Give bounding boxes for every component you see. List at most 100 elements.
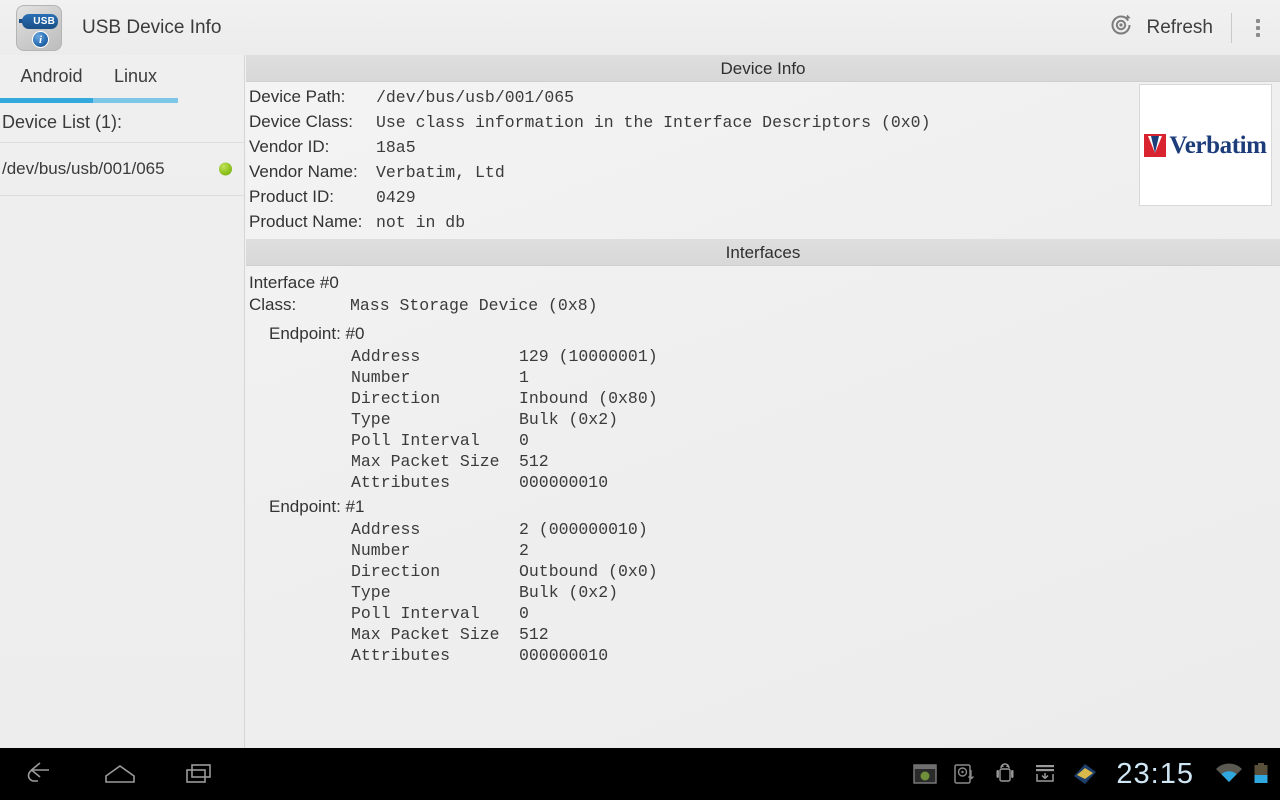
- table-row: Address 129 (10000001): [249, 347, 1280, 368]
- interfaces-body: Interface #0 Class: Mass Storage Device …: [246, 266, 1280, 667]
- table-row: Poll Interval 0: [249, 431, 1280, 452]
- endpoint-poll-interval-key: Poll Interval: [351, 604, 519, 623]
- interfaces-header: Interfaces: [246, 239, 1280, 266]
- endpoint-poll-interval-key: Poll Interval: [351, 431, 519, 450]
- download-inbox-icon: [1032, 761, 1058, 787]
- overflow-dot: [1256, 33, 1260, 37]
- verbatim-logo-text: Verbatim: [1169, 133, 1266, 158]
- endpoint-max-packet-size-value: 512: [519, 625, 549, 644]
- device-details-panel: Device Info Device Path: /dev/bus/usb/00…: [246, 55, 1280, 748]
- back-button[interactable]: [0, 748, 80, 800]
- device-path-value: /dev/bus/usb/001/065: [376, 88, 574, 107]
- endpoint-attributes-value: 000000010: [519, 646, 608, 665]
- table-row: Attributes 000000010: [249, 646, 1280, 667]
- back-arrow-icon: [20, 761, 60, 787]
- verbatim-v-mark-icon: [1144, 134, 1166, 157]
- table-row: Product ID: 0429: [249, 187, 1280, 212]
- endpoint-direction-value: Outbound (0x0): [519, 562, 658, 581]
- device-list-panel: Android Linux Device List (1): /dev/bus/…: [0, 55, 245, 748]
- screenshot-notification-icon: [912, 761, 938, 787]
- product-id-key: Product ID:: [249, 187, 376, 207]
- table-row: Attributes 000000010: [249, 473, 1280, 494]
- device-class-key: Device Class:: [249, 112, 376, 132]
- file-manager-icon: [1072, 761, 1098, 787]
- battery-icon: [1252, 761, 1270, 787]
- info-badge-icon: i: [32, 31, 49, 48]
- table-row: Direction Outbound (0x0): [249, 562, 1280, 583]
- tab-android[interactable]: Android: [10, 55, 93, 98]
- action-bar-divider: [1231, 13, 1232, 43]
- refresh-button[interactable]: Refresh: [1094, 0, 1227, 55]
- table-row: Type Bulk (0x2): [249, 410, 1280, 431]
- device-path-key: Device Path:: [249, 87, 376, 107]
- endpoint-number-key: Number: [351, 368, 519, 387]
- endpoint-attributes-key: Attributes: [351, 473, 519, 492]
- recent-apps-button[interactable]: [160, 748, 240, 800]
- home-icon: [99, 761, 141, 787]
- vendor-name-value: Verbatim, Ltd: [376, 163, 505, 182]
- endpoint-direction-value: Inbound (0x80): [519, 389, 658, 408]
- tab-linux[interactable]: Linux: [93, 55, 178, 98]
- table-row: Address 2 (000000010): [249, 520, 1280, 541]
- endpoint-address-value: 2 (000000010): [519, 520, 648, 539]
- endpoint-title: Endpoint: #0: [249, 321, 1280, 347]
- status-icon-tray[interactable]: [912, 761, 1098, 787]
- overflow-dot: [1256, 26, 1260, 30]
- endpoint-type-key: Type: [351, 583, 519, 602]
- endpoint-number-value: 1: [519, 368, 529, 387]
- usb-storage-icon: [952, 761, 978, 787]
- table-row: Number 1: [249, 368, 1280, 389]
- vendor-id-value: 18a5: [376, 138, 416, 157]
- usb-logo-text: USB: [22, 14, 58, 29]
- android-tablet-screen: USB i USB Device Info Refresh: [0, 0, 1280, 800]
- table-row: Type Bulk (0x2): [249, 583, 1280, 604]
- refresh-label: Refresh: [1146, 17, 1213, 39]
- system-tray-right: 23:15: [1098, 758, 1280, 791]
- endpoint-max-packet-size-key: Max Packet Size: [351, 625, 519, 644]
- wifi-icon: [1214, 762, 1244, 786]
- endpoint-title: Endpoint: #1: [249, 494, 1280, 520]
- refresh-icon: [1108, 12, 1134, 43]
- status-badge: [219, 163, 232, 176]
- table-row: Max Packet Size 512: [249, 625, 1280, 646]
- table-row: Max Packet Size 512: [249, 452, 1280, 473]
- table-row: Vendor ID: 18a5: [249, 137, 1280, 162]
- interface-class-value: Mass Storage Device (0x8): [350, 296, 598, 315]
- overflow-dot: [1256, 19, 1260, 23]
- device-path-label: /dev/bus/usb/001/065: [0, 159, 165, 179]
- endpoint-max-packet-size-value: 512: [519, 452, 549, 471]
- endpoint-poll-interval-value: 0: [519, 604, 529, 623]
- list-divider: [0, 195, 244, 196]
- endpoint-attributes-value: 000000010: [519, 473, 608, 492]
- endpoint-direction-key: Direction: [351, 562, 519, 581]
- verbatim-logo: Verbatim: [1139, 84, 1272, 206]
- vendor-name-key: Vendor Name:: [249, 162, 376, 182]
- overflow-menu-button[interactable]: [1236, 0, 1280, 55]
- table-row: Product Name: not in db: [249, 212, 1280, 237]
- table-row: Direction Inbound (0x80): [249, 389, 1280, 410]
- clock: 23:15: [1116, 758, 1194, 791]
- device-info-header: Device Info: [246, 55, 1280, 82]
- endpoint-direction-key: Direction: [351, 389, 519, 408]
- product-name-key: Product Name:: [249, 212, 376, 232]
- tab-indicator-linux: [93, 98, 178, 103]
- product-id-value: 0429: [376, 188, 416, 207]
- table-row: Device Path: /dev/bus/usb/001/065: [249, 87, 1280, 112]
- interface-title: Interface #0: [249, 270, 1280, 295]
- interface-class-row: Class: Mass Storage Device (0x8): [249, 295, 1280, 321]
- endpoint-number-key: Number: [351, 541, 519, 560]
- vendor-id-key: Vendor ID:: [249, 137, 376, 157]
- action-bar: USB i USB Device Info Refresh: [0, 0, 1280, 55]
- table-row: Vendor Name: Verbatim, Ltd: [249, 162, 1280, 187]
- home-button[interactable]: [80, 748, 160, 800]
- endpoint-max-packet-size-key: Max Packet Size: [351, 452, 519, 471]
- product-name-value: not in db: [376, 213, 465, 232]
- device-class-value: Use class information in the Interface D…: [376, 113, 931, 132]
- interface-class-key: Class:: [249, 295, 350, 315]
- app-icon: USB i: [16, 5, 62, 51]
- action-bar-right: Refresh: [1094, 0, 1280, 55]
- endpoint-type-key: Type: [351, 410, 519, 429]
- endpoint-attributes-key: Attributes: [351, 646, 519, 665]
- endpoint-address-value: 129 (10000001): [519, 347, 658, 366]
- list-item[interactable]: /dev/bus/usb/001/065: [0, 143, 244, 195]
